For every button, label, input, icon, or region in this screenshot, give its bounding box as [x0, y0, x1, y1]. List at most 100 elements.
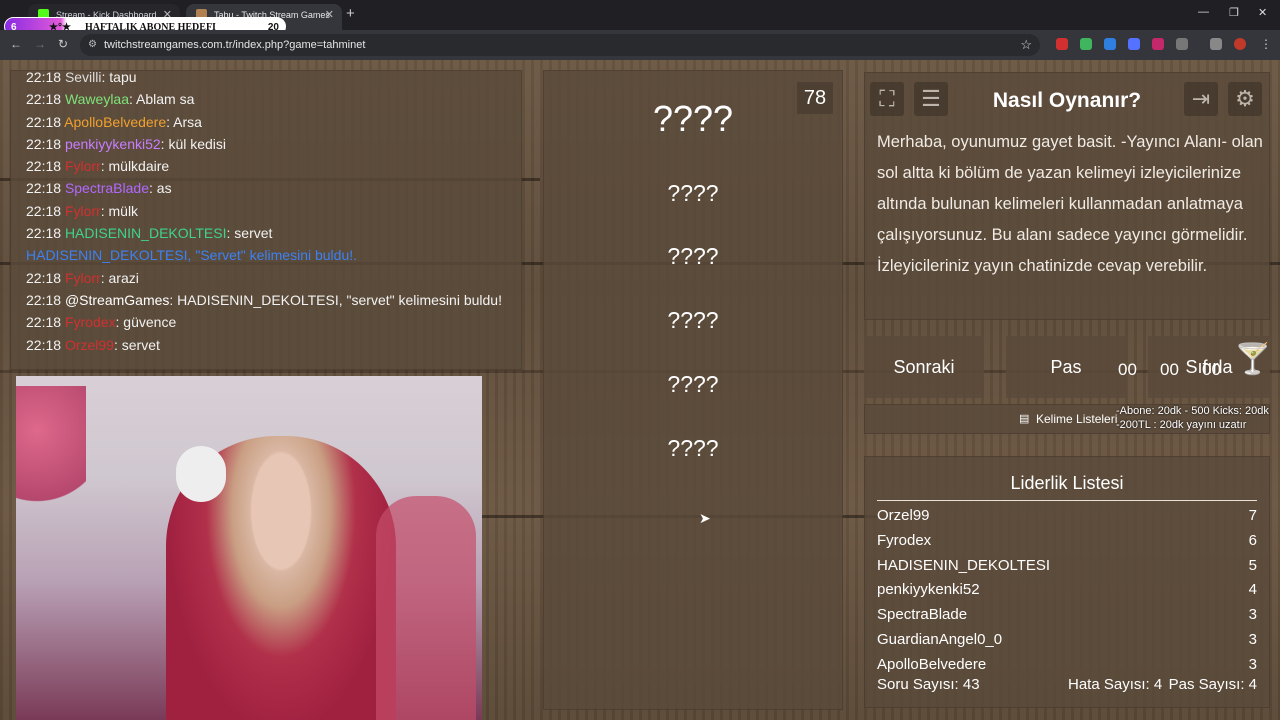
chat-timestamp: 22:18 — [26, 291, 62, 308]
player-name: penkiyykenki52 — [877, 581, 980, 599]
settings-gear-icon[interactable]: ⚙ — [1228, 82, 1262, 116]
player-score: 7 — [1248, 507, 1257, 524]
question-count: Soru Sayısı: 43 — [877, 676, 980, 693]
forbidden-word: ???? — [667, 307, 719, 333]
chat-username[interactable]: ApolloBelvedere — [64, 114, 166, 130]
extension-icon[interactable] — [1104, 38, 1116, 50]
minimize-icon[interactable]: — — [1198, 6, 1209, 18]
forbidden-word: ???? — [667, 371, 719, 397]
webcam-feed — [16, 376, 482, 720]
leaderboard-panel: Liderlik Listesi Orzel99 7 Fyrodex 6 HADISEN… — [864, 456, 1270, 708]
stream-extension-notes: -Abone: 20dk - 500 Kicks: 20dk -200TL : … — [1116, 404, 1269, 432]
back-icon[interactable]: ← — [10, 37, 22, 51]
chat-text: : servet — [113, 336, 160, 353]
player-name: Orzel99 — [877, 507, 930, 524]
chat-text: : Arsa — [166, 113, 202, 130]
media-control-icon[interactable] — [1210, 38, 1222, 50]
chat-timestamp: 22:18 — [26, 180, 62, 197]
chat-text: : Ablam sa — [129, 91, 195, 108]
chat-text: : arazi — [100, 269, 139, 286]
maximize-icon[interactable]: ❐ — [1229, 6, 1239, 19]
url-field[interactable]: ⚙ twitchstreamgames.com.tr/index.php?gam… — [80, 34, 1040, 56]
player-name: Fyrodex — [877, 531, 932, 549]
player-score: 3 — [1248, 606, 1257, 624]
address-bar-row: ← → ↻ ⚙ twitchstreamgames.com.tr/index.p… — [0, 30, 1280, 60]
chat-text: : servet — [226, 225, 273, 242]
player-score: 6 — [1248, 531, 1257, 549]
chat-username[interactable]: HADISENIN_DEKOLTESI, — [26, 247, 195, 263]
chat-username[interactable]: SpectraBlade — [65, 180, 149, 196]
menu-kebab-icon[interactable]: ⋮ — [1260, 37, 1272, 51]
close-tab-icon[interactable]: ✕ — [325, 4, 334, 26]
extension-icon[interactable] — [1128, 38, 1140, 50]
timer-seconds: 00 — [1202, 360, 1221, 379]
chat-username[interactable]: Fylorr — [65, 203, 101, 219]
pass-count: Pas Sayısı: 4 — [1168, 676, 1257, 693]
error-count: Hata Sayısı: 4 — [1068, 676, 1163, 693]
player-score: 5 — [1248, 556, 1257, 574]
chat-timestamp: 22:18 — [26, 158, 62, 175]
reload-icon[interactable]: ↻ — [58, 37, 68, 51]
profile-avatar-icon[interactable] — [1234, 38, 1246, 50]
chat-username[interactable]: Orzel99 — [65, 337, 114, 353]
pass-button[interactable]: Pas — [1006, 336, 1126, 398]
chat-timestamp: 22:18 — [26, 202, 62, 219]
chat-timestamp: 22:18 — [26, 113, 62, 130]
chat-message: 22:18 Waweylaa: Ablam sa — [10, 88, 522, 110]
player-score: 3 — [1248, 655, 1257, 673]
chat-username[interactable]: Sevilli — [65, 70, 102, 85]
word-card: 78 ???? ???? ???? ???? ???? ???? ➤ — [543, 70, 843, 710]
site-info-icon[interactable]: ⚙ — [88, 34, 97, 56]
chat-panel: 22:18 Sevilli: tapu 22:18 Waweylaa: Ablam… — [10, 70, 522, 370]
chat-text: : kül kedisi — [160, 135, 227, 152]
chat-timestamp: 22:18 — [26, 269, 62, 286]
close-window-icon[interactable]: ✕ — [1258, 6, 1267, 19]
chat-timestamp: 22:18 — [26, 314, 62, 331]
chat-message: 22:18 Sevilli: tapu — [10, 70, 522, 88]
chat-text: : mülk — [100, 202, 139, 219]
chat-username[interactable]: Fylorr — [65, 158, 101, 174]
how-to-play-panel: ⛶ ☰ Nasıl Oynanır? ⇥ ⚙ Merhaba, oyunumuz… — [864, 72, 1270, 320]
player-name: GuardianAngel0_0 — [877, 631, 1003, 648]
bookmark-star-icon[interactable]: ☆ — [1020, 34, 1032, 56]
chat-username[interactable]: Fylorr — [65, 270, 101, 286]
next-button[interactable]: Sonraki — [864, 336, 984, 398]
chat-text: : güvence — [115, 314, 177, 331]
chat-message: 22:18 Fyrodex: güvence — [10, 311, 522, 333]
target-word: ???? — [652, 98, 734, 139]
chat-text: : as — [149, 180, 172, 197]
chat-message: 22:18 ApolloBelvedere: Arsa — [10, 111, 522, 133]
forward-icon[interactable]: → — [34, 37, 46, 51]
note-line: -200TL : 20dk yayını uzatır — [1116, 419, 1247, 431]
chat-timestamp: 22:18 — [26, 225, 62, 242]
chat-message: 22:18 @StreamGames: HADISENIN_DEKOLTESI,… — [10, 289, 522, 311]
extension-icon[interactable] — [1152, 38, 1164, 50]
chat-username[interactable]: HADISENIN_DEKOLTESI — [65, 225, 227, 241]
logout-icon[interactable]: ⇥ — [1184, 82, 1218, 116]
leaderboard-row: Fyrodex 6 — [877, 532, 1257, 556]
timer-hours: 00 — [1118, 360, 1137, 379]
chat-message: 22:18 penkiyykenki52: kül kedisi — [10, 133, 522, 155]
chat-username[interactable]: @StreamGames — [65, 292, 169, 308]
how-to-play-text: Merhaba, oyunumuz gayet basit. -Yayıncı … — [877, 133, 1263, 275]
extension-icon[interactable] — [1056, 38, 1068, 50]
chat-username[interactable]: Fyrodex — [65, 314, 116, 330]
chat-username[interactable]: Waweylaa — [65, 91, 129, 107]
chat-username[interactable]: penkiyykenki52 — [65, 136, 161, 152]
new-tab-button[interactable]: + — [346, 5, 355, 22]
shield-extension-icon[interactable] — [1080, 38, 1092, 50]
martini-glass-icon: 🍸 — [1234, 343, 1272, 376]
chat-text: : tapu — [101, 70, 137, 85]
chat-message: 22:18 Fylorr: mülkdaire — [10, 155, 522, 177]
url-text: twitchstreamgames.com.tr/index.php?game=… — [104, 39, 366, 51]
forbidden-word: ???? — [667, 243, 719, 269]
plush-toy — [176, 446, 226, 502]
chat-text: : HADISENIN_DEKOLTESI, "servet" kelimesi… — [169, 291, 502, 308]
player-name: HADISENIN_DEKOLTESI — [877, 556, 1051, 574]
pink-flowers — [16, 386, 86, 536]
leaderboard-title: Liderlik Listesi — [877, 473, 1257, 501]
chat-message: 22:18 SpectraBlade: as — [10, 177, 522, 199]
gaming-chair — [376, 496, 476, 720]
leaderboard-row: SpectraBlade 3 — [877, 606, 1257, 630]
puzzle-extensions-icon[interactable] — [1176, 38, 1188, 50]
